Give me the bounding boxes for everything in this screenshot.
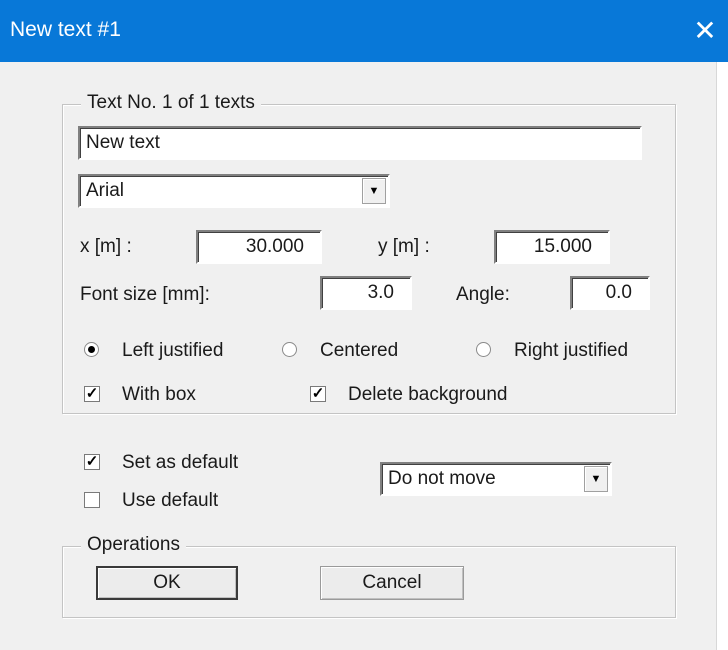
- move-select-value: Do not move: [388, 468, 496, 489]
- chevron-down-icon[interactable]: ▼: [362, 178, 386, 204]
- ok-button[interactable]: OK: [96, 566, 238, 600]
- right-justified-label[interactable]: Right justified: [514, 340, 628, 362]
- cancel-button[interactable]: Cancel: [320, 566, 464, 600]
- font-size-input[interactable]: 3.0: [320, 276, 412, 310]
- window-title: New text #1: [10, 18, 121, 41]
- text-group-legend: Text No. 1 of 1 texts: [81, 92, 261, 114]
- with-box-label[interactable]: With box: [122, 384, 196, 406]
- angle-input[interactable]: 0.0: [570, 276, 650, 310]
- angle-label: Angle:: [456, 284, 510, 305]
- use-default-label[interactable]: Use default: [122, 490, 218, 512]
- set-as-default-label[interactable]: Set as default: [122, 452, 238, 474]
- y-label: y [m] :: [378, 236, 430, 257]
- dialog-body: Text No. 1 of 1 texts New text Arial ▼ x…: [0, 62, 717, 650]
- close-icon[interactable]: ✕: [682, 6, 728, 56]
- use-default-checkbox[interactable]: [84, 492, 100, 508]
- operations-legend: Operations: [81, 534, 186, 556]
- with-box-checkbox[interactable]: ✓: [84, 386, 100, 402]
- text-input[interactable]: New text: [78, 126, 642, 160]
- radio-selected-dot: [88, 346, 95, 353]
- font-select-value: Arial: [86, 180, 125, 201]
- font-size-label: Font size [mm]:: [80, 284, 210, 305]
- right-justified-radio[interactable]: [476, 342, 491, 357]
- delete-background-checkbox[interactable]: ✓: [310, 386, 326, 402]
- y-input[interactable]: 15.000: [494, 230, 610, 264]
- font-select[interactable]: Arial ▼: [78, 174, 390, 208]
- centered-label[interactable]: Centered: [320, 340, 398, 362]
- delete-background-label[interactable]: Delete background: [348, 384, 508, 406]
- x-input[interactable]: 30.000: [196, 230, 322, 264]
- title-bar: New text #1 ✕: [0, 0, 728, 62]
- set-as-default-checkbox[interactable]: ✓: [84, 454, 100, 470]
- chevron-down-icon[interactable]: ▼: [584, 466, 608, 492]
- left-justified-radio[interactable]: [84, 342, 99, 357]
- x-label: x [m] :: [80, 236, 132, 257]
- move-select[interactable]: Do not move ▼: [380, 462, 612, 496]
- left-justified-label[interactable]: Left justified: [122, 340, 223, 362]
- centered-radio[interactable]: [282, 342, 297, 357]
